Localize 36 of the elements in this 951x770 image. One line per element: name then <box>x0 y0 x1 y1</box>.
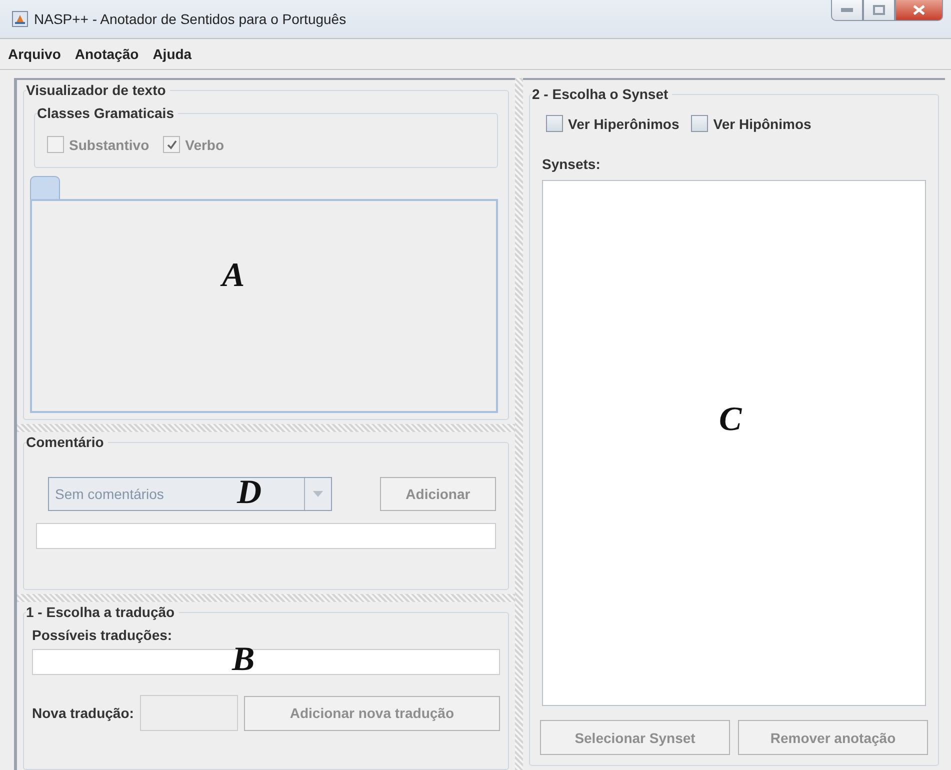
menu-item[interactable]: Anotação <box>74 46 139 62</box>
field-label: Possíveis traduções: <box>32 627 174 643</box>
menu-item[interactable]: Ajuda <box>152 46 192 62</box>
minimize-button[interactable] <box>831 0 863 21</box>
text-area[interactable]: A <box>30 199 498 413</box>
new-translation-field[interactable] <box>140 695 238 731</box>
splitter-handle[interactable] <box>17 424 515 432</box>
marker-letter: D <box>237 476 262 510</box>
close-icon <box>913 5 925 15</box>
splitter-handle[interactable] <box>515 78 523 770</box>
list-label: Synsets: <box>542 156 602 172</box>
comment-field[interactable] <box>36 523 496 549</box>
app-icon <box>12 11 28 27</box>
checkbox[interactable]: Ver Hipônimos <box>691 115 812 132</box>
tab[interactable] <box>30 176 60 199</box>
checkbox[interactable]: Ver Hiperônimos <box>546 115 680 132</box>
group-title: Classes Gramaticais <box>37 105 178 121</box>
group-title: Visualizador de texto <box>26 82 170 98</box>
group-title: 1 - Escolha a tradução <box>26 604 179 620</box>
field-label: Nova tradução: <box>32 705 134 721</box>
close-button[interactable] <box>895 0 943 21</box>
splitter-handle[interactable] <box>17 594 515 602</box>
group-title: Comentário <box>26 434 108 450</box>
minimize-icon <box>841 7 853 13</box>
synset-list[interactable]: C <box>542 180 926 706</box>
translation-field[interactable] <box>32 649 500 675</box>
check-icon <box>166 140 177 150</box>
dropdown-arrow-icon <box>312 491 323 497</box>
menu-item[interactable]: Arquivo <box>8 46 61 62</box>
maximize-icon <box>873 5 885 15</box>
marker-letter: A <box>222 259 245 293</box>
group-title: 2 - Escolha o Synset <box>532 86 672 102</box>
marker-letter: B <box>232 643 255 677</box>
marker-letter: C <box>719 403 742 437</box>
maximize-button[interactable] <box>863 0 895 21</box>
window-title: NASP++ - Anotador de Sentidos para o Português <box>34 11 348 27</box>
